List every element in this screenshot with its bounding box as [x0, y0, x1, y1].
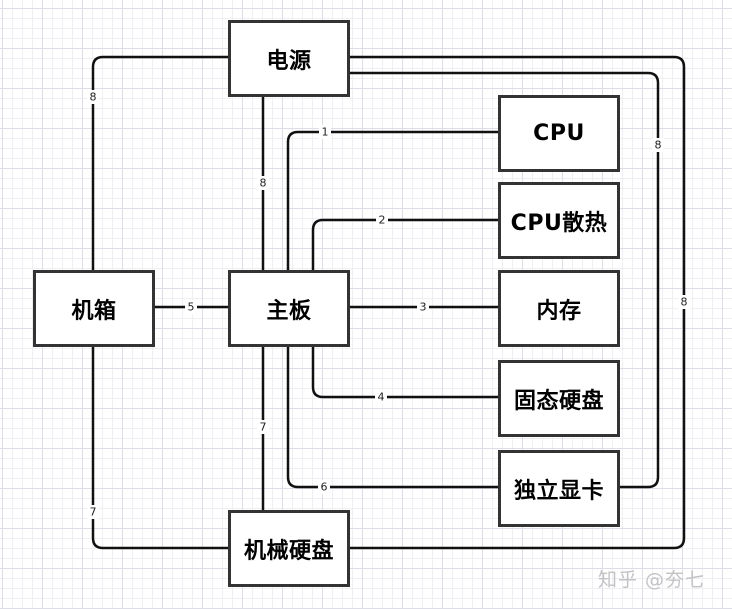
node-memory[interactable]: 内存 — [498, 270, 620, 347]
svg-text:8: 8 — [681, 296, 688, 309]
edge-label-power-hdd: 8 — [678, 295, 690, 309]
edge-mb-cpu — [286, 130, 498, 270]
svg-text:6: 6 — [321, 481, 328, 494]
svg-text:8: 8 — [260, 177, 267, 190]
node-power[interactable]: 电源 — [228, 20, 350, 97]
edge-label-power-mb: 8 — [257, 176, 269, 190]
edge-power-chassis — [91, 55, 228, 270]
svg-text:8: 8 — [90, 91, 97, 104]
edge-mb-ssd — [311, 345, 498, 399]
node-chassis[interactable]: 机箱 — [33, 270, 155, 347]
edge-label-mb-ssd: 4 — [375, 390, 387, 404]
svg-text:7: 7 — [260, 421, 267, 434]
edge-label-power-gpu: 8 — [652, 138, 664, 152]
node-label: 电源 — [266, 48, 312, 74]
edge-label-mb-memory: 3 — [417, 300, 429, 314]
svg-text:2: 2 — [379, 214, 386, 227]
node-label: 机箱 — [71, 298, 117, 324]
node-label: 独立显卡 — [513, 478, 604, 504]
edge-mb-cooler — [311, 218, 498, 270]
svg-text:8: 8 — [655, 139, 662, 152]
edge-label-mb-gpu: 6 — [318, 480, 330, 494]
svg-text:1: 1 — [322, 126, 329, 139]
edge-label-chassis-hdd: 7 — [87, 505, 99, 519]
node-cpu[interactable]: CPU — [498, 95, 620, 172]
edge-chassis-hdd — [91, 345, 228, 550]
edge-label-mb-cooler: 2 — [376, 213, 388, 227]
svg-text:3: 3 — [420, 301, 427, 314]
node-label: 固态硬盘 — [513, 388, 604, 414]
edge-label-mb-cpu: 1 — [319, 125, 331, 139]
edge-mb-gpu — [286, 345, 498, 489]
node-label: 机械硬盘 — [243, 538, 334, 564]
node-label: CPU — [533, 121, 585, 146]
svg-text:5: 5 — [188, 301, 195, 314]
edge-label-chassis-mb: 5 — [185, 300, 197, 314]
svg-text:4: 4 — [378, 391, 385, 404]
edge-label-power-chassis: 8 — [87, 90, 99, 104]
node-ssd[interactable]: 固态硬盘 — [498, 360, 620, 437]
node-label: 主板 — [266, 298, 312, 324]
edge-label-mb-hdd: 7 — [257, 420, 269, 434]
node-label: CPU散热 — [510, 210, 608, 236]
node-hdd[interactable]: 机械硬盘 — [228, 510, 350, 587]
node-gpu[interactable]: 独立显卡 — [498, 450, 620, 527]
watermark: 知乎 @夯七 — [598, 569, 706, 591]
node-cpu-cooler[interactable]: CPU散热 — [498, 182, 620, 259]
node-label: 内存 — [536, 298, 582, 324]
svg-text:7: 7 — [90, 506, 97, 519]
node-motherboard[interactable]: 主板 — [228, 270, 350, 347]
